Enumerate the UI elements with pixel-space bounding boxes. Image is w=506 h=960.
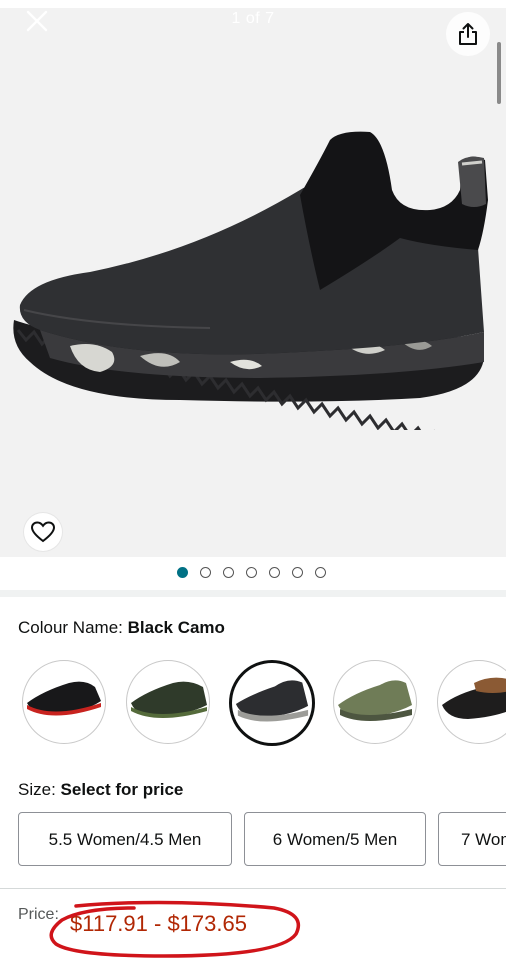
size-row: Size: Select for price [18,780,183,800]
colour-swatch-green-camo[interactable] [333,660,417,744]
product-image[interactable] [0,100,506,430]
colour-swatch-black-camo[interactable] [229,660,315,746]
size-option-button[interactable]: 7 Women/6 Men [438,812,506,866]
pager-dot[interactable] [177,567,188,578]
pager-dot[interactable] [246,567,257,578]
size-value: Select for price [60,780,184,799]
colour-swatch-brown-camo[interactable] [437,660,506,744]
colour-swatch-black-red[interactable] [22,660,106,744]
pager-dot[interactable] [315,567,326,578]
top-strip [0,0,506,8]
pager-dot[interactable] [269,567,280,578]
pager-dot[interactable] [200,567,211,578]
heart-icon [31,521,55,543]
colour-label: Colour Name: [18,618,123,637]
product-image-gallery[interactable]: 1 of 7 [0,0,506,557]
pager-dot[interactable] [223,567,234,578]
colour-value: Black Camo [127,618,225,637]
scrollbar-thumb[interactable] [497,42,501,104]
size-option-button[interactable]: 5.5 Women/4.5 Men [18,812,232,866]
share-button[interactable] [446,12,490,56]
colour-swatch-green[interactable] [126,660,210,744]
colour-name-row: Colour Name: Black Camo [18,618,225,638]
pager-dot[interactable] [292,567,303,578]
hand-drawn-circle-annotation [49,900,301,958]
image-pager-dots[interactable] [0,566,506,580]
size-option-button[interactable]: 6 Women/5 Men [244,812,426,866]
section-divider [0,590,506,597]
share-icon [459,23,477,45]
section-divider-thin [0,888,506,889]
wishlist-button[interactable] [24,513,62,551]
size-label: Size: [18,780,56,799]
image-counter: 1 of 7 [231,10,275,27]
